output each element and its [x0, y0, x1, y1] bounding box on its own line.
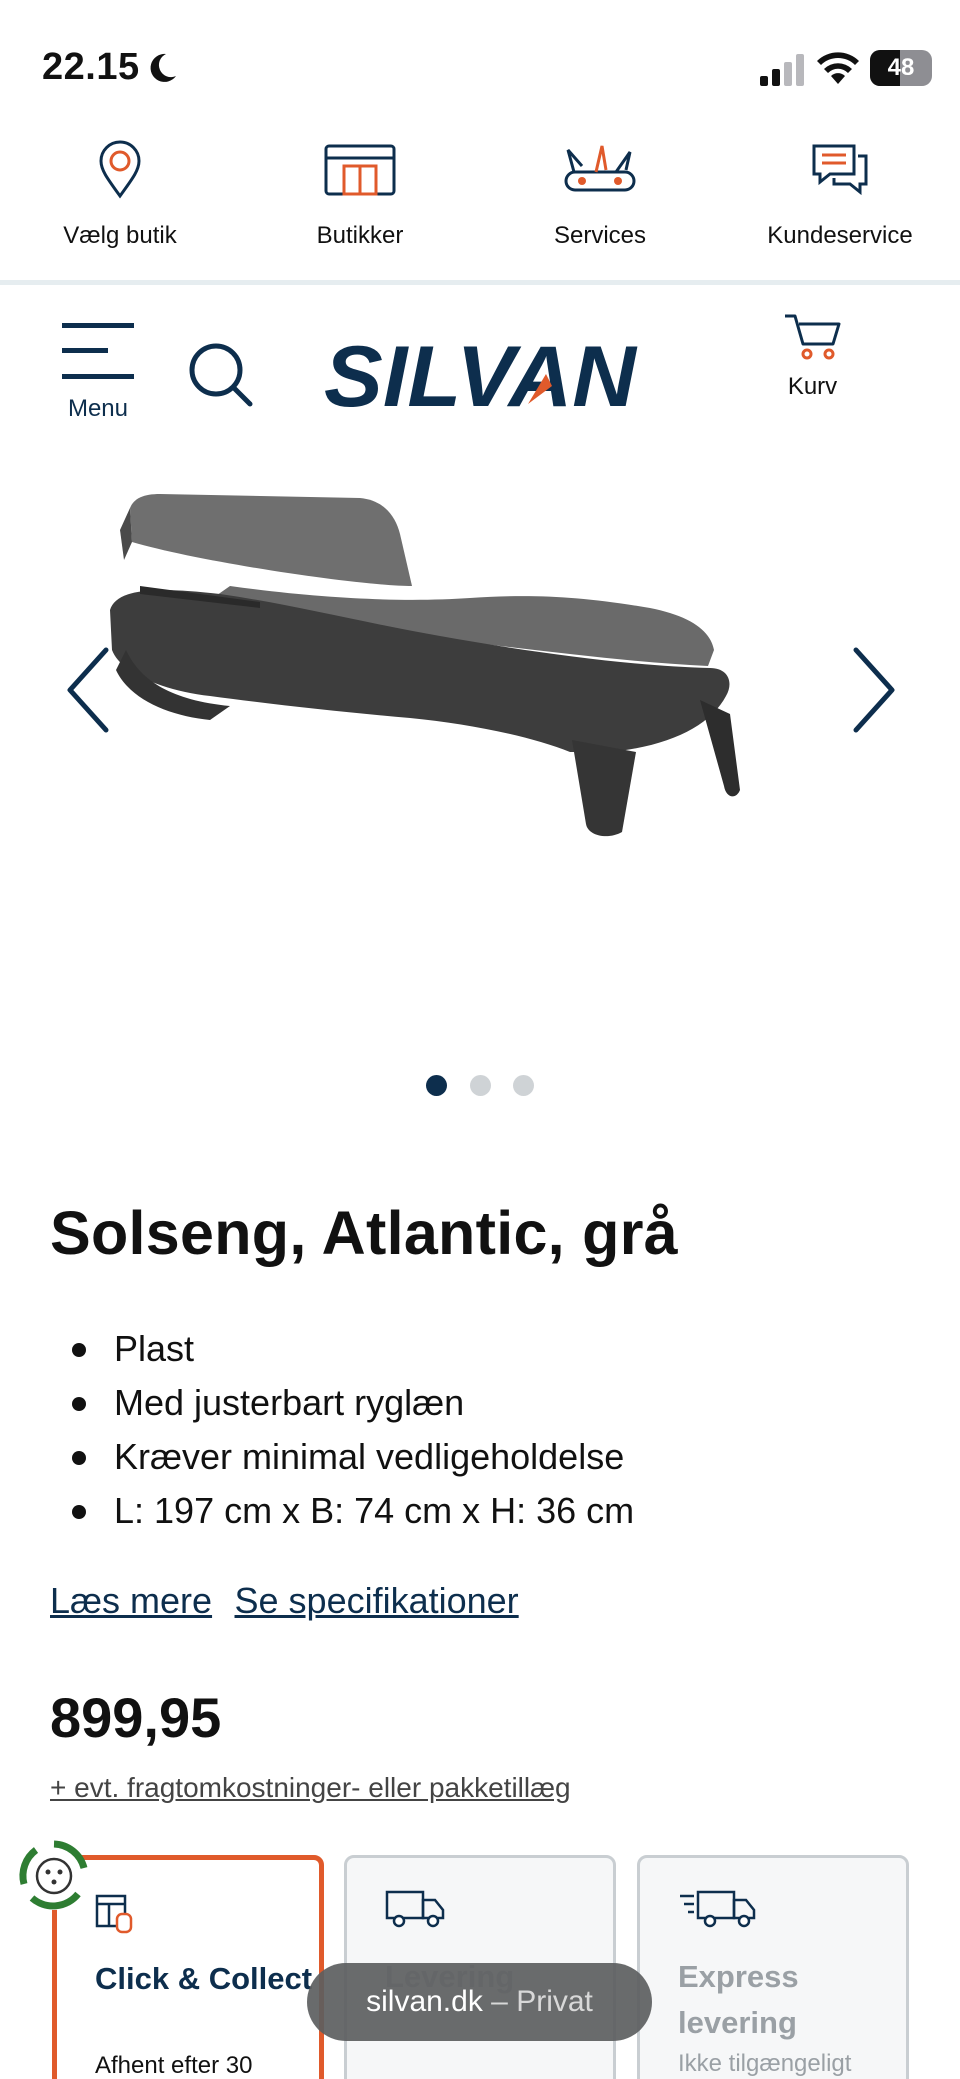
site-header: Menu SILVAN Kurv	[0, 300, 960, 450]
url-mode: Privat	[516, 1985, 593, 2018]
svg-text:SILVAN: SILVAN	[324, 330, 638, 420]
hamburger-icon	[62, 323, 134, 379]
url-separator: –	[491, 1985, 508, 2018]
nav-choose-store[interactable]: Vælg butik	[0, 140, 240, 270]
cellular-signal-icon	[760, 54, 804, 86]
nav-label: Butikker	[316, 222, 404, 249]
nav-label: Kundeservice	[767, 222, 913, 249]
menu-label: Menu	[67, 395, 129, 422]
product-gallery	[0, 470, 960, 1120]
product-title: Solseng, Atlantic, grå	[50, 1199, 679, 1267]
gallery-dot-3[interactable]	[512, 1075, 534, 1096]
store-icon	[324, 144, 396, 196]
browser-url-pill[interactable]: silvan.dk – Privat	[307, 1963, 652, 2041]
nav-label: Vælg butik	[63, 222, 177, 249]
feature-item: Med justerbart ryglæn	[50, 1376, 634, 1430]
click-collect-icon	[95, 1894, 133, 1934]
status-time: 22.15	[42, 46, 140, 88]
cart-icon	[784, 314, 840, 360]
card-subtitle: Ikke tilgængeligt	[678, 2050, 852, 2077]
status-bar: 22.15 48	[0, 0, 960, 120]
click-collect-option[interactable]: Click & Collect Afhent efter 30	[52, 1855, 324, 2079]
nav-customer-service[interactable]: Kundeservice	[720, 140, 960, 270]
utility-nav: Vælg butik Butikker Services Kundeservic…	[0, 130, 960, 285]
gallery-dot-1[interactable]	[426, 1075, 448, 1096]
chevron-right-icon[interactable]	[846, 640, 902, 740]
eco-recycle-badge-icon[interactable]	[16, 1838, 92, 1914]
nav-services[interactable]: Services	[480, 140, 720, 270]
card-title: Express levering	[678, 1959, 799, 2040]
nav-stores[interactable]: Butikker	[240, 140, 480, 270]
cart-button[interactable]: Kurv	[770, 312, 855, 432]
specifications-link[interactable]: Se specifikationer	[235, 1580, 519, 1621]
multitool-icon	[564, 145, 636, 192]
chevron-left-icon[interactable]	[60, 640, 116, 740]
wifi-icon	[817, 52, 859, 84]
feature-item: L: 197 cm x B: 74 cm x H: 36 cm	[50, 1484, 634, 1538]
card-subtitle: Afhent efter 30	[95, 2052, 253, 2079]
gallery-dot-2[interactable]	[469, 1075, 491, 1096]
silvan-logo[interactable]: SILVAN	[318, 330, 643, 420]
location-pin-icon	[99, 140, 141, 199]
feature-list: Plast Med justerbart ryglæn Kræver minim…	[50, 1322, 634, 1538]
express-delivery-option[interactable]: Express levering Ikke tilgængeligt	[637, 1855, 909, 2079]
feature-item: Plast	[50, 1322, 634, 1376]
card-title: Click & Collect	[95, 1961, 313, 1996]
url-domain: silvan.dk	[366, 1985, 483, 2018]
moon-icon	[150, 53, 176, 82]
battery-indicator: 48	[870, 50, 932, 86]
freight-note-link[interactable]: + evt. fragtomkostninger- eller pakketil…	[50, 1772, 571, 1804]
menu-button[interactable]: Menu	[50, 320, 146, 440]
product-links: Læs mere Se specifikationer	[50, 1580, 537, 1622]
cart-label: Kurv	[787, 373, 838, 400]
nav-label: Services	[553, 222, 647, 249]
express-truck-icon	[680, 1890, 756, 1928]
truck-icon	[385, 1890, 445, 1928]
search-icon[interactable]	[186, 340, 256, 410]
read-more-link[interactable]: Læs mere	[50, 1580, 212, 1621]
gallery-pagination	[0, 1075, 960, 1105]
feature-item: Kræver minimal vedligeholdelse	[50, 1430, 634, 1484]
chat-bubbles-icon	[812, 144, 868, 196]
product-price: 899,95	[50, 1686, 222, 1749]
product-image[interactable]	[110, 490, 850, 910]
